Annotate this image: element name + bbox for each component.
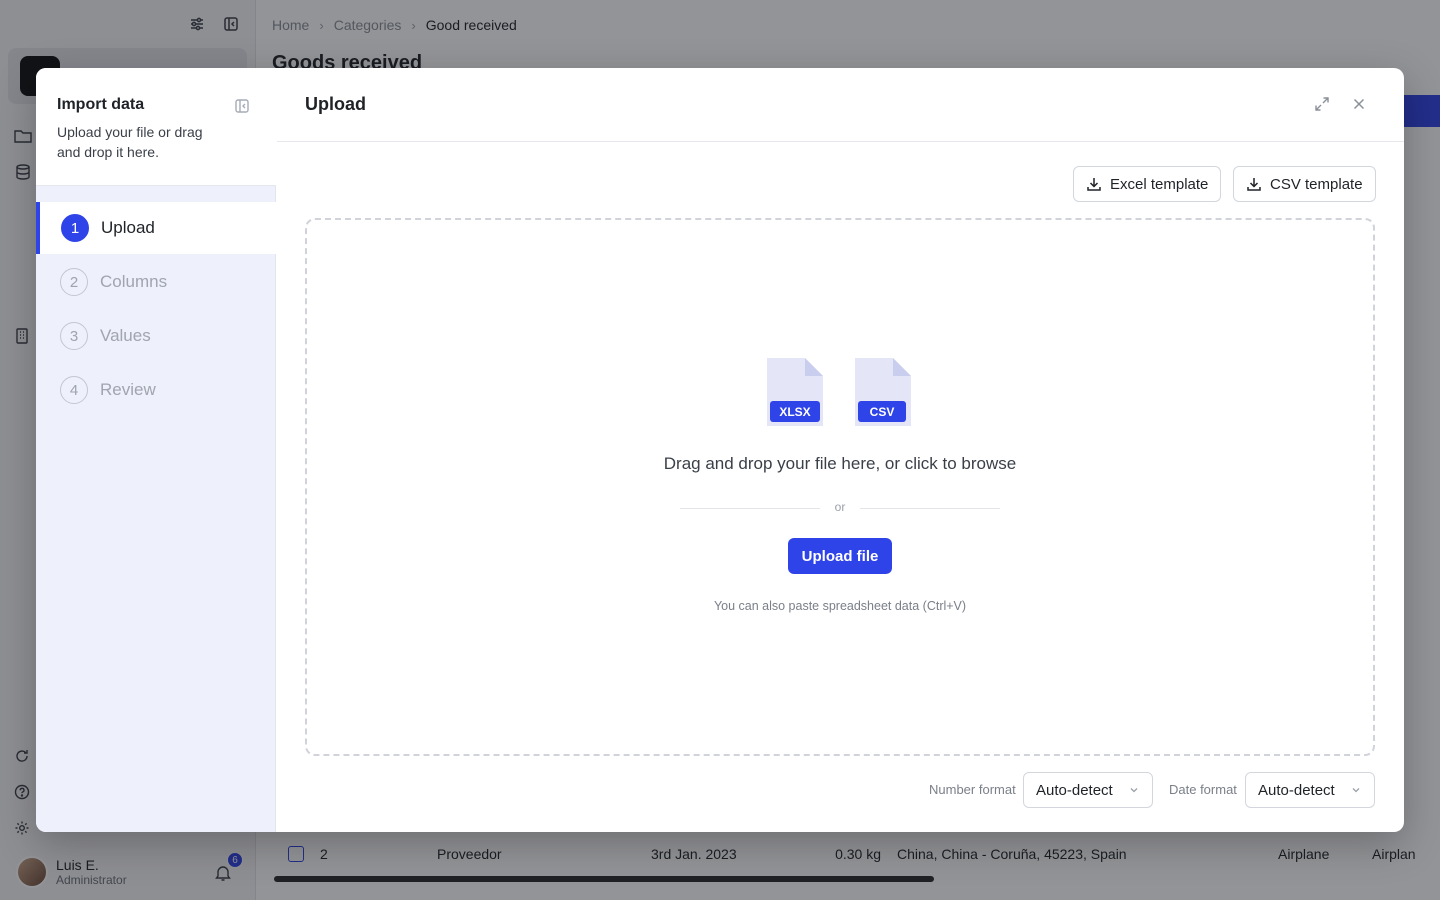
step-review[interactable]: 4 Review: [36, 364, 276, 416]
csv-template-button[interactable]: CSV template: [1233, 166, 1376, 202]
upload-file-button[interactable]: Upload file: [788, 538, 892, 574]
step-label: Columns: [100, 272, 168, 291]
step-number: 2: [60, 268, 88, 296]
steps-panel: Import data Upload your file or drag and…: [36, 68, 276, 832]
step-upload[interactable]: 1 Upload: [36, 202, 276, 254]
csv-template-label: CSV template: [1270, 175, 1363, 193]
paste-hint: You can also paste spreadsheet data (Ctr…: [713, 599, 967, 613]
number-format-value: Auto-detect: [1036, 781, 1113, 799]
number-format-select[interactable]: Auto-detect: [1023, 772, 1153, 808]
modal-title: Upload: [305, 94, 366, 114]
csv-file-icon: CSV: [855, 358, 911, 426]
step-number: 4: [60, 376, 88, 404]
step-label: Review: [100, 380, 156, 399]
excel-template-label: Excel template: [1110, 175, 1209, 193]
step-number: 3: [60, 322, 88, 350]
expand-icon[interactable]: [1314, 96, 1330, 112]
date-format-select[interactable]: Auto-detect: [1245, 772, 1375, 808]
step-values[interactable]: 3 Values: [36, 310, 276, 362]
dropzone-title: Drag and drop your file here, or click t…: [663, 454, 1017, 473]
step-label: Upload: [101, 218, 155, 237]
step-number: 1: [61, 214, 89, 242]
date-format-label: Date format: [1169, 782, 1237, 797]
import-modal: Import data Upload your file or drag and…: [36, 68, 1404, 832]
modal-header: Upload: [277, 68, 1404, 142]
xlsx-file-icon: XLSX: [767, 358, 823, 426]
csv-badge: CSV: [858, 401, 906, 422]
or-label: or: [834, 500, 846, 514]
chevron-down-icon: [1350, 784, 1362, 796]
chevron-down-icon: [1128, 784, 1140, 796]
number-format-label: Number format: [929, 782, 1016, 797]
close-icon[interactable]: [1351, 96, 1367, 112]
file-type-icons: XLSX CSV: [767, 358, 911, 426]
date-format-value: Auto-detect: [1258, 781, 1335, 799]
excel-template-button[interactable]: Excel template: [1073, 166, 1222, 202]
or-divider: or: [680, 500, 1000, 516]
file-dropzone[interactable]: XLSX CSV Drag and drop your file here, o…: [305, 218, 1375, 756]
download-icon: [1086, 176, 1102, 192]
download-icon: [1246, 176, 1262, 192]
step-label: Values: [100, 326, 151, 345]
import-title: Import data: [57, 96, 145, 113]
collapse-panel-icon[interactable]: [234, 98, 250, 114]
step-columns[interactable]: 2 Columns: [36, 256, 276, 308]
steps-header: Import data Upload your file or drag and…: [36, 68, 276, 186]
import-description: Upload your file or drag and drop it her…: [57, 124, 203, 160]
xlsx-badge: XLSX: [770, 401, 820, 422]
